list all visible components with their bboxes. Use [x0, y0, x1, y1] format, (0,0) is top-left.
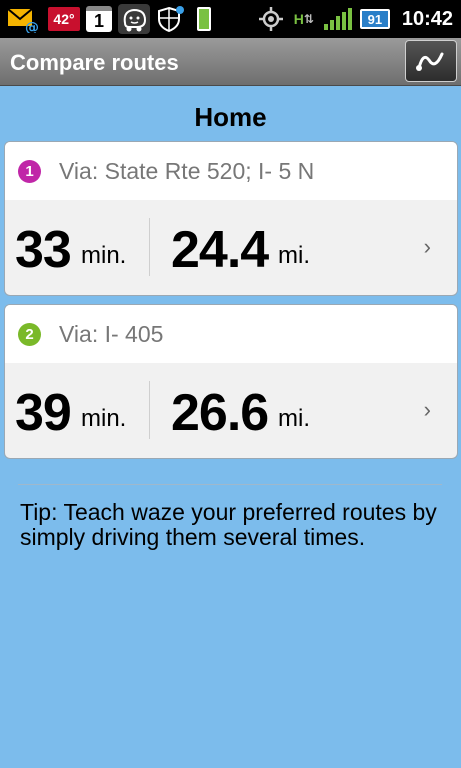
page-title: Compare routes: [10, 50, 179, 75]
route-time-unit: min.: [81, 405, 127, 432]
waze-notification-icon: [118, 4, 150, 34]
divider: [149, 218, 150, 276]
tip-text: Tip: Teach waze your preferred routes by…: [20, 499, 437, 550]
divider: [149, 381, 150, 439]
route-time-unit: min.: [81, 242, 127, 269]
route-distance-unit: mi.: [278, 405, 310, 432]
chevron-right-icon: ›: [423, 397, 431, 422]
chevron-right-icon: ›: [423, 234, 431, 259]
route-via: Via: I- 405: [59, 321, 164, 347]
gps-icon: [258, 4, 284, 34]
title-bar: Compare routes: [0, 38, 461, 86]
route-option-2[interactable]: 2 Via: I- 405 39 min. 26.6 mi. ›: [4, 304, 458, 459]
data-connection-icon: H ⇅: [293, 11, 314, 27]
route-via: Via: State Rte 520; I- 5 N: [59, 158, 315, 184]
battery-icon: 91: [359, 9, 390, 29]
data-indicator-label: H: [293, 11, 304, 27]
route-time: 33: [15, 221, 72, 279]
svg-text:@: @: [25, 20, 39, 33]
route-icon: [416, 52, 444, 71]
route-header: 1 Via: State Rte 520; I- 5 N: [5, 142, 457, 200]
route-header: 2 Via: I- 405: [5, 305, 457, 363]
route-options-button[interactable]: [405, 40, 457, 82]
tip-divider: [18, 484, 442, 485]
status-bar: @ 42° 1 H ⇅ 91 10:42: [0, 0, 461, 38]
phone-icon: [192, 4, 216, 34]
route-distance-unit: mi.: [278, 242, 310, 269]
email-notification-icon: @: [6, 4, 42, 34]
shield-icon: [156, 4, 186, 34]
weather-temperature: 42°: [48, 7, 80, 31]
route-number-badge: 1: [18, 160, 41, 183]
route-time: 39: [15, 384, 72, 442]
route-distance: 26.6: [171, 384, 269, 442]
calendar-icon: 1: [86, 6, 112, 32]
destination-title: Home: [194, 102, 267, 132]
route-number-badge: 2: [18, 323, 41, 346]
main-content: Home 1 Via: State Rte 520; I- 5 N 33 min…: [0, 86, 461, 768]
route-distance: 24.4: [171, 221, 269, 279]
route-option-1[interactable]: 1 Via: State Rte 520; I- 5 N 33 min. 24.…: [4, 141, 458, 296]
signal-strength-icon: [323, 8, 352, 30]
status-clock: 10:42: [401, 7, 453, 30]
